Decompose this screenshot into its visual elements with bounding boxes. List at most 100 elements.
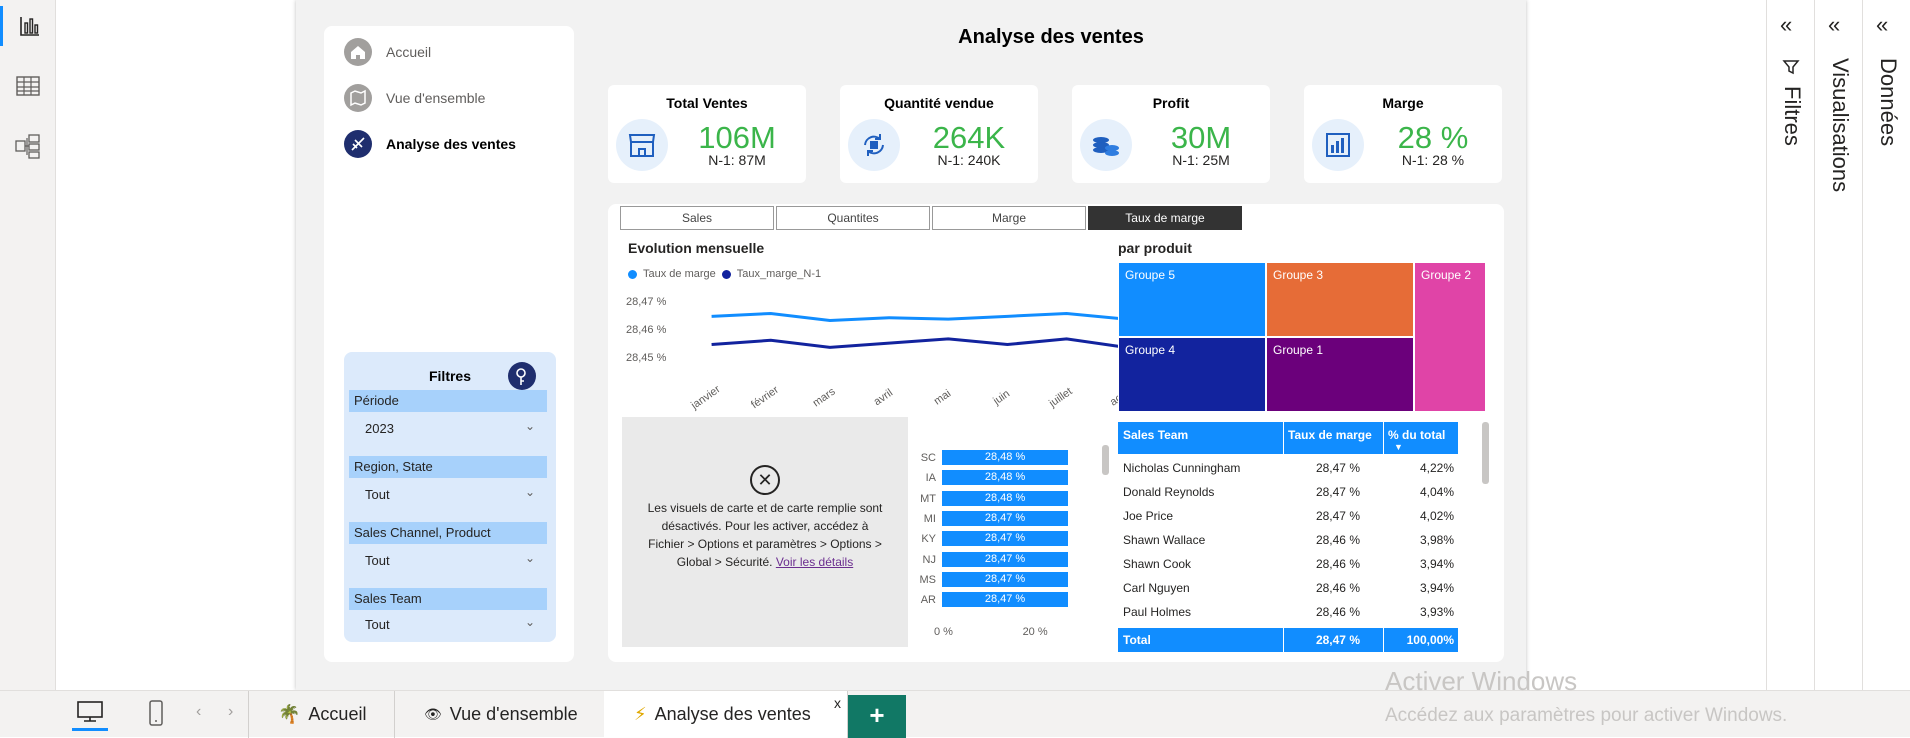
treemap-cell[interactable]: Groupe 4 [1118,337,1266,412]
filter-reset-icon[interactable] [508,362,536,390]
kpi-card[interactable]: Quantité vendue 264K N-1: 240K [840,85,1038,183]
bar-category-label: IA [925,472,936,485]
tab-quantites[interactable]: Quantites [776,206,930,230]
treemap-cell[interactable]: Groupe 2 [1414,262,1486,412]
table-row[interactable]: Shawn Wallace 28,46 % 3,98% [1118,528,1458,552]
bar[interactable]: 28,47 % [942,551,1069,567]
cell-sales-team: Carl Nguyen [1123,581,1190,595]
column-header[interactable]: % du total [1388,428,1445,442]
column-header[interactable]: Taux de marge [1288,428,1372,442]
page-tab-vue-ensemble[interactable]: 👁 Vue d'ensemble [394,691,609,738]
table-row[interactable]: Joe Price 28,47 % 4,02% [1118,504,1458,528]
table-scrollbar[interactable] [1482,422,1489,484]
filter-label: Sales Team [349,588,547,610]
legend-swatch [628,269,637,279]
table-view-icon[interactable] [0,66,56,106]
eye-icon: 👁 [424,706,442,722]
filter-dropdown[interactable]: 2023 ⌄ [349,414,547,444]
report-page: Accueil Vue d'ensemble Analyse des vente… [296,0,1526,690]
treemap-cell[interactable]: Groupe 5 [1118,262,1266,337]
cell-taux-marge: 28,46 % [1315,533,1360,547]
treemap-label: Groupe 1 [1273,343,1324,357]
mobile-layout-icon[interactable] [146,699,166,734]
see-details-link[interactable]: Voir les détails [776,555,853,569]
tab-marge[interactable]: Marge [932,206,1086,230]
cell-pct-total: 3,94% [1419,581,1454,595]
nav-analyse-ventes[interactable]: Analyse des ventes [344,130,516,158]
filters-pane[interactable]: « Filtres [1766,0,1814,690]
sales-team-table[interactable]: Sales Team Taux de marge % du total ▼ Ni… [1118,422,1458,652]
desktop-layout-icon[interactable] [72,699,108,731]
bar-category-label: SC [920,452,936,464]
tab-taux-de-marge[interactable]: Taux de marge [1088,206,1242,230]
kpi-prev: N-1: 87M [708,152,766,168]
nav-accueil[interactable]: Accueil [344,38,431,66]
kpi-card[interactable]: Marge 28 % N-1: 28 % [1304,85,1502,183]
table-row[interactable]: Donald Reynolds 28,47 % 4,04% [1118,480,1458,504]
total-label: Total [1123,633,1151,647]
page-tab-analyse-ventes[interactable]: ⚡ Analyse des ventes x [604,691,848,738]
treemap-label: Groupe 5 [1125,268,1176,282]
table-row[interactable]: Nicholas Cunningham 28,47 % 4,22% [1118,456,1458,480]
treemap-cell[interactable]: Groupe 3 [1266,262,1414,337]
sort-desc-icon: ▼ [1394,442,1403,452]
page-tab-accueil[interactable]: 🌴 Accueil [250,691,396,738]
filter-dropdown[interactable]: Tout ⌄ [349,546,547,576]
page-tab-label: Analyse des ventes [654,704,811,724]
cell-pct-total: 4,04% [1419,485,1454,499]
table-row[interactable]: Carl Nguyen 28,46 % 3,94% [1118,576,1458,600]
map-icon [344,84,372,112]
data-pane[interactable]: « Données [1862,0,1910,690]
x-tick-label: avril [872,387,895,408]
table-row[interactable]: Paul Holmes 28,46 % 3,93% [1118,600,1458,624]
model-view-icon[interactable] [0,126,56,166]
filter-label: Sales Channel, Product [349,522,547,544]
bar[interactable]: 28,47 % [942,510,1069,526]
y-tick-label: 28,46 % [626,324,667,336]
report-view-icon[interactable] [0,6,56,46]
treemap[interactable]: Groupe 5 Groupe 3 Groupe 2 Groupe 4 Grou… [1118,262,1486,412]
chevron-down-icon: ⌄ [524,485,535,499]
nav-vue-ensemble[interactable]: Vue d'ensemble [344,84,485,112]
bar-chart-scrollbar[interactable] [1102,445,1109,475]
collapse-left-icon[interactable]: « [1876,12,1888,38]
bar[interactable]: 28,47 % [942,531,1069,547]
bar[interactable]: 28,47 % [942,592,1069,608]
y-tick-label: 28,47 % [626,296,667,308]
state-bar-chart[interactable]: SC 28,48 % IA 28,48 % MT 28,48 % MI 28,47 % KY 28… [912,450,1112,650]
bar-category-label: NJ [922,553,936,566]
coins-icon [1080,119,1132,171]
bar[interactable]: 28,48 % [942,450,1069,465]
cell-taux-marge: 28,46 % [1315,605,1360,619]
close-tab-icon[interactable]: x [834,695,841,711]
kpi-prev: N-1: 240K [937,152,1001,168]
filter-dropdown[interactable]: Tout ⌄ [349,480,547,510]
kpi-card[interactable]: Total Ventes 106M N-1: 87M [608,85,806,183]
table-row[interactable]: Shawn Cook 28,46 % 3,94% [1118,552,1458,576]
kpi-value: 30M [1170,120,1232,155]
scroll-right-icon[interactable]: › [228,703,233,721]
sales-icon [344,130,372,158]
bar[interactable]: 28,48 % [942,490,1069,506]
lightning-icon: ⚡ [634,704,647,724]
add-page-button[interactable]: + [848,695,906,738]
visualizations-pane[interactable]: « Visualisations [1814,0,1862,690]
bar[interactable]: 28,47 % [942,571,1069,587]
palm-tree-icon: 🌴 [278,704,301,724]
nav-label: Accueil [386,44,432,60]
filter-label: Region, State [349,456,547,478]
collapse-left-icon[interactable]: « [1780,12,1792,38]
filter-dropdown[interactable]: Tout ⌄ [349,610,547,640]
column-header[interactable]: Sales Team [1123,428,1188,442]
filter-value: Tout [365,487,390,502]
table-total-row: Total 28,47 % 100,00% [1118,628,1458,652]
kpi-card[interactable]: Profit 30M N-1: 25M [1072,85,1270,183]
side-panels: « Filtres « Visualisations « Données [1766,0,1910,737]
x-tick-label: mai [932,388,953,408]
bar[interactable]: 28,48 % [942,470,1069,486]
collapse-left-icon[interactable]: « [1828,12,1840,38]
tab-sales[interactable]: Sales [620,206,774,230]
treemap-cell[interactable]: Groupe 1 [1266,337,1414,412]
page-tab-label: Vue d'ensemble [449,704,578,724]
scroll-left-icon[interactable]: ‹ [196,703,201,721]
